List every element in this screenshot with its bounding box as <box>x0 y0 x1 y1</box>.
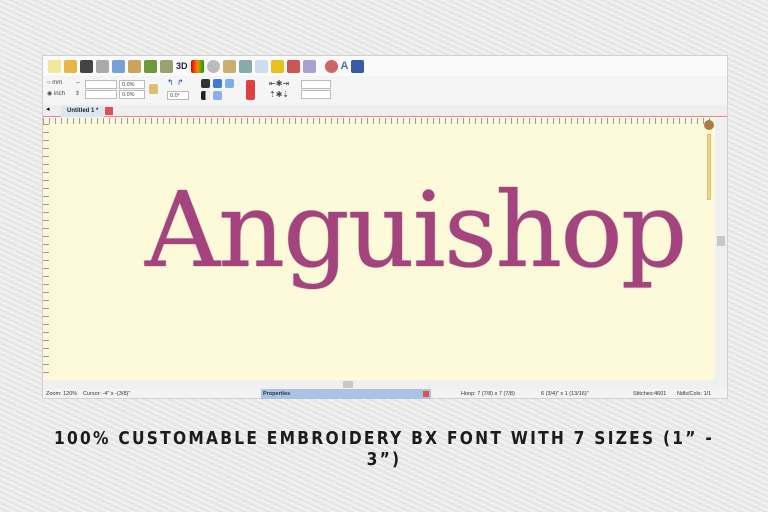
tab-untitled-1[interactable]: Untitled 1 * <box>61 106 105 117</box>
width-icon: ⇔ <box>75 80 81 86</box>
status-bar: Zoom: 120% Cursor: -4" x -(3/8)" Propert… <box>43 389 727 399</box>
print-icon[interactable] <box>96 59 109 73</box>
settings-icon[interactable] <box>324 59 338 73</box>
product-caption: 100% CUSTOMABLE EMBROIDERY BX FONT WITH … <box>54 428 714 470</box>
align-icon[interactable] <box>201 79 210 88</box>
open-folder-icon[interactable] <box>64 59 77 73</box>
options-toolbar: ○ mm ◉ inch ⇔ ⇕ 0.0% 0.0% ↰ ↱ 0.0° ⇤✱⇥ ⇡… <box>43 77 727 103</box>
width-percent-input[interactable]: 0.0% <box>119 80 145 89</box>
embroidery-text[interactable]: Anguishop <box>145 178 687 282</box>
document-tabs: ◂ Untitled 1 * <box>43 105 727 117</box>
spacing-icons[interactable]: ⇡✱⇣ <box>269 90 289 99</box>
kerning-icons[interactable]: ⇤✱⇥ <box>269 79 289 88</box>
hoop-icon[interactable] <box>238 59 252 73</box>
rotation-input[interactable]: 0.0° <box>167 91 189 100</box>
contrast-icon[interactable] <box>201 91 210 100</box>
close-properties-icon[interactable] <box>423 391 429 397</box>
main-toolbar: 3D A <box>43 56 727 76</box>
tab-scroll-left-icon[interactable]: ◂ <box>46 105 50 113</box>
spacing-icon[interactable] <box>213 91 222 100</box>
height-input[interactable] <box>85 90 117 99</box>
mirror-icon[interactable] <box>160 59 173 73</box>
measure-icon[interactable] <box>222 59 236 73</box>
distribute-icon[interactable] <box>225 79 234 88</box>
zoom-navigator[interactable] <box>703 120 715 208</box>
needles-status: Ndls/Cols: 1/1 <box>677 391 712 397</box>
app-window: 3D A ○ mm ◉ inch ⇔ ⇕ 0.0% 0.0% ↰ ↱ 0.0° … <box>42 55 728 399</box>
height-percent-input[interactable]: 0.0% <box>119 90 145 99</box>
rotate-left-icon[interactable]: ↰ <box>167 78 174 87</box>
design-canvas[interactable]: Anguishop <box>49 124 716 380</box>
lock-icon[interactable] <box>149 84 158 94</box>
properties-panel-header[interactable]: Properties <box>261 389 431 399</box>
zoom-status: Zoom: 120% <box>46 391 78 397</box>
help-icon[interactable] <box>246 80 255 100</box>
zoom-icon[interactable] <box>206 59 220 73</box>
vertical-scrollbar[interactable] <box>715 118 727 380</box>
rotate-icon[interactable] <box>144 59 157 73</box>
cursor-status: Cursor: -4" x -(3/8)" <box>83 391 131 397</box>
zoom-slider-track[interactable] <box>707 134 711 200</box>
stitches-status: Stitches:4601 <box>633 391 667 397</box>
width-input[interactable] <box>85 80 117 89</box>
hand-icon[interactable] <box>254 59 268 73</box>
compass-icon[interactable] <box>704 120 714 130</box>
size-status: 6 (3/4)" x 1 (13/16)" <box>541 391 589 397</box>
horizontal-scrollbar[interactable] <box>43 380 727 389</box>
color-bars-icon[interactable] <box>190 59 204 73</box>
paste-icon[interactable] <box>128 59 141 73</box>
export-icon[interactable] <box>351 59 365 73</box>
radio-mm[interactable]: ○ mm <box>47 80 62 86</box>
3d-view-icon[interactable]: 3D <box>176 61 188 71</box>
save-icon[interactable] <box>80 59 93 73</box>
close-tab-icon[interactable] <box>105 107 113 115</box>
pattern-icon[interactable] <box>302 59 316 73</box>
needle-icon[interactable] <box>286 59 300 73</box>
frame-icon[interactable] <box>270 59 284 73</box>
rotate-right-icon[interactable]: ↱ <box>177 78 184 87</box>
text-icon[interactable]: A <box>341 60 349 72</box>
center-icon[interactable] <box>213 79 222 88</box>
height-icon: ⇕ <box>75 91 81 97</box>
kerning-input[interactable] <box>301 80 331 89</box>
radio-inch[interactable]: ◉ inch <box>47 90 65 97</box>
line-spacing-input[interactable] <box>301 90 331 99</box>
new-file-icon[interactable] <box>48 59 61 73</box>
copy-icon[interactable] <box>112 59 125 73</box>
hoop-status: Hoop: 7 (7/8) x 7 (7/8) <box>461 391 515 397</box>
